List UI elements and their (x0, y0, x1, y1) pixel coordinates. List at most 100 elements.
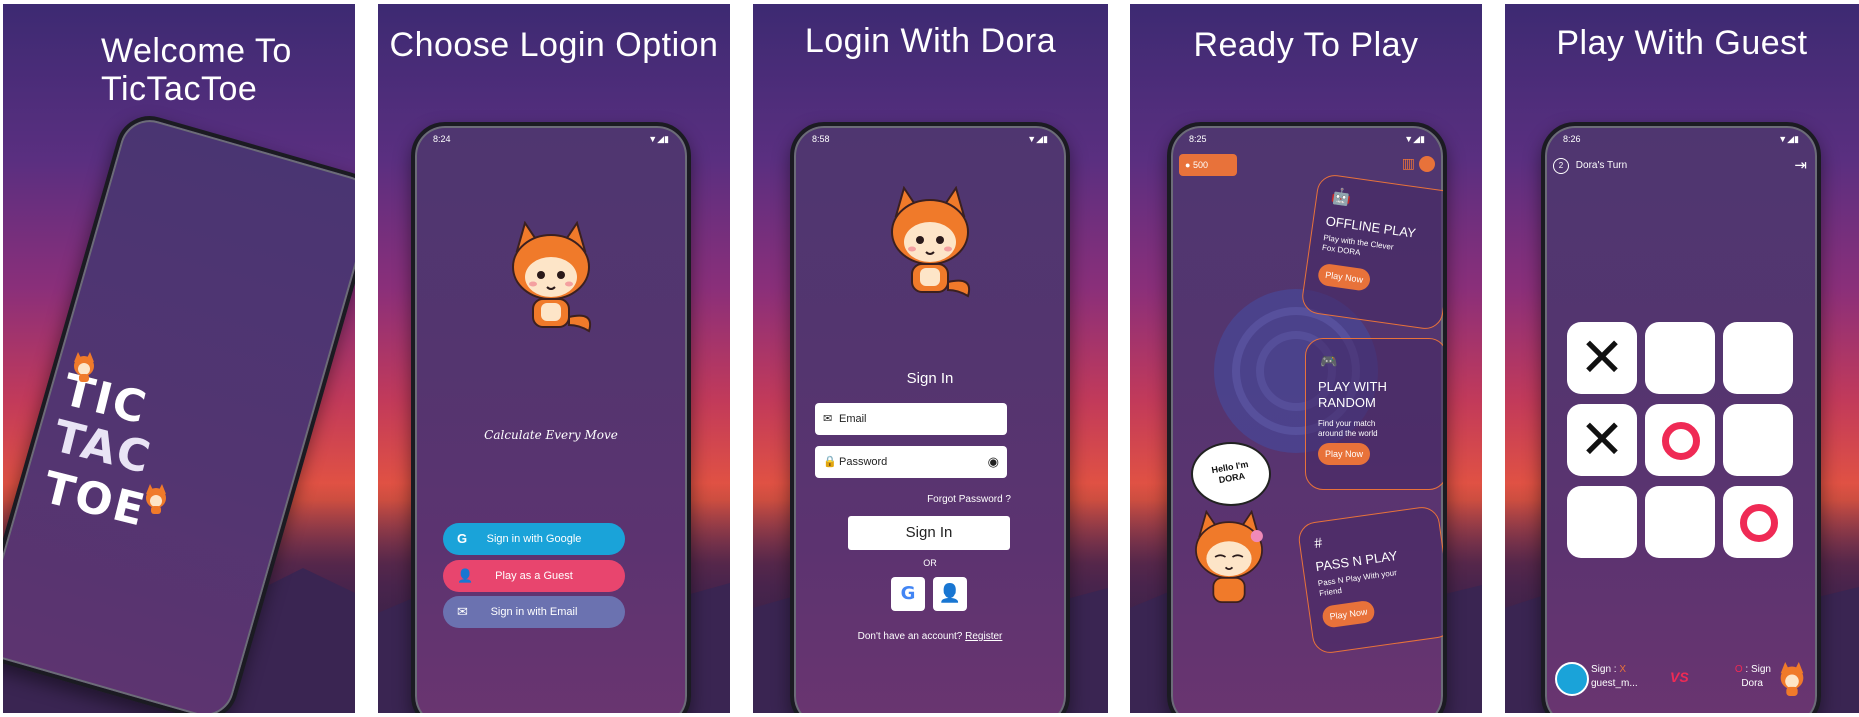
player-one-info: Sign : X guest_m... (1555, 662, 1665, 696)
person-icon: 👤 (938, 583, 962, 604)
offline-play-card[interactable]: 🤖 OFFLINE PLAY Play with the Clever Fox … (1299, 172, 1443, 332)
phone-frame: 8:24 ▼◢▮ Calculate Every Move G Sign in … (411, 122, 691, 713)
dora-fox-mascot (1195, 510, 1263, 604)
panel-play-with-guest: Play With Guest 8:26 ▼◢▮ 2 Dora's Turn ⇥… (1505, 4, 1859, 713)
title-line-2: TicTacToe (101, 70, 258, 108)
board-cell[interactable]: ✕ (1567, 404, 1637, 476)
phone-frame: 8:26 ▼◢▮ 2 Dora's Turn ⇥ ✕ ✕ Sign: X gu… (1541, 122, 1821, 713)
board-cell[interactable]: ✕ (1567, 322, 1637, 394)
phone-frame: 8:58 ▼◢▮ Sign In ✉ Email 🔒 Password ◉ Fo… (790, 122, 1070, 713)
exit-icon[interactable]: ⇥ (1794, 156, 1807, 174)
battery-icon: ▼◢▮ (1027, 134, 1048, 144)
tagline: Calculate Every Move (484, 428, 618, 442)
player-two-sign: O : Sign (1735, 664, 1771, 675)
panel-welcome: Welcome To TicTacToe TIC TAC TOE (3, 4, 355, 713)
o-mark-icon (1662, 422, 1700, 460)
title-line-1: Welcome To (101, 32, 292, 70)
play-now-button[interactable]: Play Now (1318, 443, 1370, 465)
email-signin-label: Sign in with Email (490, 606, 578, 618)
speech-text: Hello I'm DORA (1210, 458, 1250, 486)
avatar (1555, 662, 1589, 696)
status-bar: 8:25 ▼◢▮ (1189, 134, 1425, 148)
panel-title: Login With Dora (804, 22, 1057, 60)
player-one-name: guest_m... (1591, 678, 1638, 689)
avatar[interactable] (1419, 156, 1435, 172)
google-icon: G (457, 531, 468, 546)
mail-icon: ✉ (457, 604, 468, 619)
coin-balance[interactable]: ● 500 (1179, 154, 1237, 176)
fox-mini-icon (74, 352, 94, 382)
google-signin-button[interactable]: G Sign in with Google (443, 523, 625, 555)
player-one-sign: Sign : X (1591, 664, 1626, 675)
speech-bubble: Hello I'm DORA (1191, 442, 1271, 506)
google-login-button[interactable]: G (891, 577, 925, 611)
battery-icon: ▼◢▮ (648, 134, 669, 144)
guest-play-label: Play as a Guest (495, 570, 573, 582)
play-now-button[interactable]: Play Now (1316, 262, 1372, 292)
eye-icon[interactable]: ◉ (988, 446, 999, 478)
turn-timer: 2 (1553, 158, 1569, 174)
coin-icon: ● (1185, 160, 1191, 170)
panel-title: Play With Guest (1556, 24, 1808, 62)
panel-login-dora: Login With Dora 8:58 ▼◢▮ Sign In ✉ Email… (753, 4, 1108, 713)
status-time: 8:25 (1189, 134, 1207, 144)
grid-icon: # (1313, 534, 1324, 552)
battery-icon: ▼◢▮ (1778, 134, 1799, 144)
sign-value: O (1734, 664, 1743, 675)
player-two-name: Dora (1741, 678, 1763, 689)
pass-n-play-card[interactable]: # PASS N PLAY Pass N Play With your Frie… (1296, 504, 1443, 656)
lock-icon: 🔒 (823, 456, 837, 468)
random-play-card[interactable]: 🎮 PLAY WITH RANDOM Find your match aroun… (1305, 338, 1443, 490)
register-prompt: Don't have an account? Register (794, 631, 1066, 642)
play-now-button[interactable]: Play Now (1321, 599, 1376, 629)
or-divider: OR (923, 558, 937, 568)
board-cell[interactable] (1645, 404, 1715, 476)
tictactoe-logo: TIC TAC TOE (38, 352, 213, 564)
guest-play-button[interactable]: 👤 Play as a Guest (443, 560, 625, 592)
board-cell[interactable] (1723, 322, 1793, 394)
mail-icon: ✉ (823, 413, 833, 425)
panel-ready-to-play: Ready To Play 8:25 ▼◢▮ ● 500 ▥ 🤖 OFFLINE… (1130, 4, 1482, 713)
status-time: 8:24 (433, 134, 451, 144)
x-mark-icon: ✕ (1579, 326, 1625, 389)
password-field[interactable]: 🔒 Password ◉ (815, 446, 1007, 478)
controller-icon: 🎮 (1320, 353, 1338, 369)
signin-heading: Sign In (906, 370, 954, 387)
dora-avatar-icon (1780, 662, 1804, 696)
board-cell[interactable] (1567, 486, 1637, 558)
email-field[interactable]: ✉ Email (815, 403, 1007, 435)
forgot-password-link[interactable]: Forgot Password ? (927, 494, 1011, 505)
guest-login-button[interactable]: 👤 (933, 577, 967, 611)
panel-title: Ready To Play (1193, 26, 1419, 64)
phone-frame: 8:25 ▼◢▮ ● 500 ▥ 🤖 OFFLINE PLAY Play wit… (1167, 122, 1447, 713)
dora-fox-mascot (512, 221, 591, 333)
o-mark-icon (1740, 504, 1778, 542)
signin-submit-button[interactable]: Sign In (848, 516, 1010, 550)
board-cell[interactable] (1645, 322, 1715, 394)
google-signin-label: Sign in with Google (486, 533, 582, 545)
status-bar: 8:24 ▼◢▮ (433, 134, 669, 148)
card-desc: Find your match around the world (1318, 419, 1378, 438)
game-board: ✕ ✕ (1567, 322, 1797, 560)
battery-icon: ▼◢▮ (1404, 134, 1425, 144)
robot-icon: 🤖 (1330, 187, 1353, 208)
password-placeholder: Password (839, 456, 888, 468)
board-cell[interactable] (1645, 486, 1715, 558)
register-link[interactable]: Register (965, 631, 1002, 642)
x-mark-icon: ✕ (1579, 408, 1625, 471)
board-cell[interactable] (1723, 486, 1793, 558)
board-cell[interactable] (1723, 404, 1793, 476)
status-bar: 8:26 ▼◢▮ (1563, 134, 1799, 148)
email-placeholder: Email (839, 413, 867, 425)
panel-title: Choose Login Option (389, 26, 719, 64)
dora-fox-mascot (891, 186, 970, 298)
panel-choose-login: Choose Login Option 8:24 ▼◢▮ Calculate E… (378, 4, 730, 713)
leaderboard-icon[interactable]: ▥ (1402, 156, 1415, 172)
player-two-info: O : Sign Dora (1697, 662, 1807, 696)
status-time: 8:58 (812, 134, 830, 144)
coin-count: 500 (1192, 160, 1208, 170)
email-signin-button[interactable]: ✉ Sign in with Email (443, 596, 625, 628)
card-title: PLAY WITH RANDOM (1318, 379, 1387, 410)
panel-title: Welcome To TicTacToe (101, 32, 355, 108)
sign-value: X (1619, 664, 1627, 675)
